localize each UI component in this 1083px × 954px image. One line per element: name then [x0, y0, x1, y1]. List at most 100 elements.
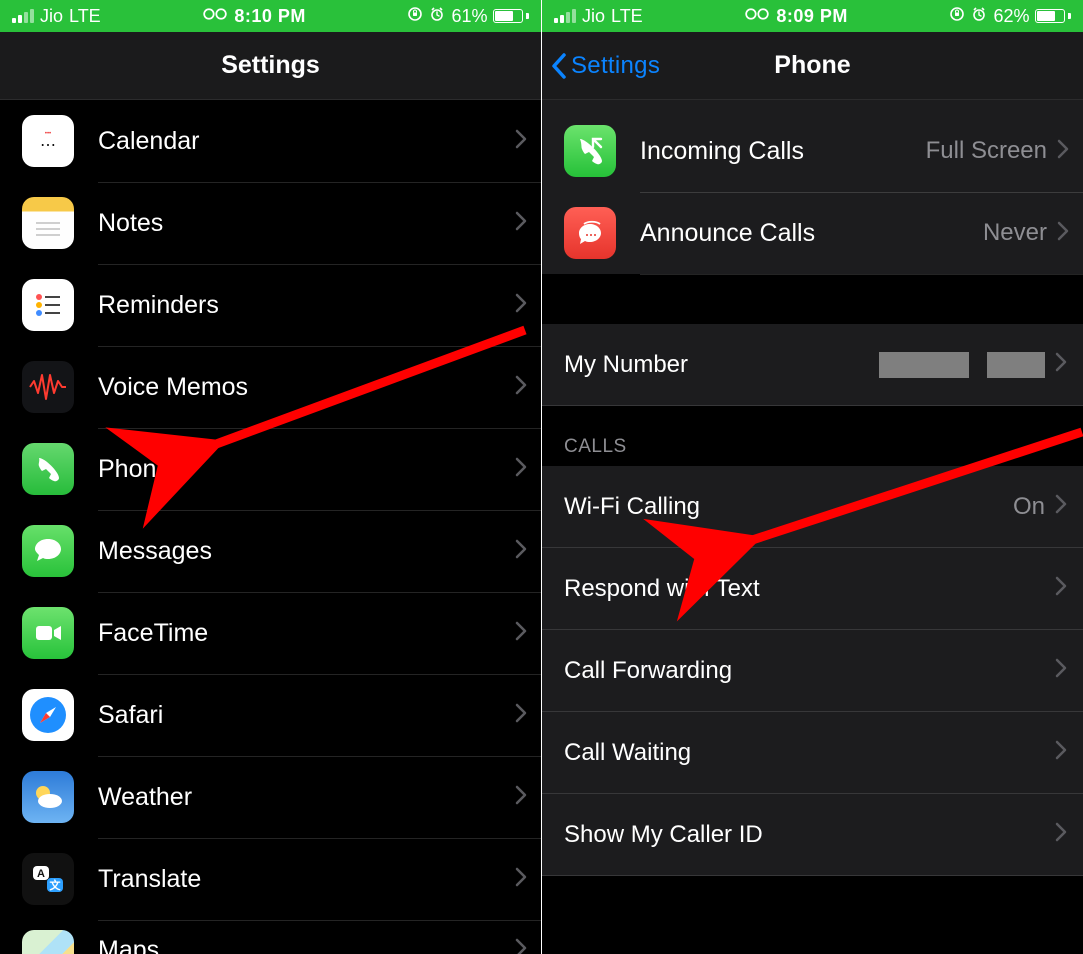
- voice-memos-icon: [22, 361, 74, 413]
- settings-item-reminders[interactable]: Reminders: [0, 264, 541, 346]
- settings-item-notes[interactable]: Notes: [0, 182, 541, 264]
- svg-text:A: A: [37, 868, 45, 880]
- item-label: Translate: [98, 865, 515, 894]
- chevron-right-icon: [515, 293, 527, 318]
- carrier-label: Jio: [40, 6, 63, 27]
- alarm-icon: [429, 6, 445, 27]
- item-label: Wi-Fi Calling: [564, 493, 700, 521]
- item-label: Incoming Calls: [640, 137, 926, 166]
- settings-item-voice-memos[interactable]: Voice Memos: [0, 346, 541, 428]
- settings-item-messages[interactable]: Messages: [0, 510, 541, 592]
- phone-item-my-number[interactable]: My Number: [542, 324, 1083, 406]
- phone-item-announce-calls[interactable]: Announce Calls Never: [542, 192, 1083, 274]
- messages-icon: [22, 525, 74, 577]
- screen-settings: Jio LTE 8:10 PM 61% Settings •••⋯ Calend…: [0, 0, 541, 954]
- item-label: Call Waiting: [564, 739, 691, 767]
- phone-item-call-waiting[interactable]: Call Waiting: [542, 712, 1083, 794]
- item-label: Messages: [98, 537, 515, 566]
- hotspot-icon: [202, 5, 228, 28]
- item-label: Announce Calls: [640, 219, 983, 248]
- chevron-right-icon: [515, 785, 527, 810]
- battery-icon: [493, 9, 529, 23]
- maps-icon: [22, 930, 74, 954]
- screen-phone-settings: Jio LTE 8:09 PM 62% Settings Phone Incom…: [542, 0, 1083, 954]
- item-label: Maps: [98, 936, 515, 954]
- incoming-call-icon: [564, 125, 616, 177]
- battery-pct: 61%: [451, 6, 487, 27]
- chevron-right-icon: [1055, 576, 1067, 601]
- item-label: FaceTime: [98, 619, 515, 648]
- battery-pct: 62%: [993, 6, 1029, 27]
- phone-item-show-caller-id[interactable]: Show My Caller ID: [542, 794, 1083, 876]
- status-bar: Jio LTE 8:09 PM 62%: [542, 0, 1083, 32]
- chevron-right-icon: [1057, 139, 1069, 164]
- item-label: My Number: [564, 351, 688, 379]
- my-number-value: [879, 352, 1045, 378]
- phone-item-respond-with-text[interactable]: Respond with Text: [542, 548, 1083, 630]
- reminders-icon: [22, 279, 74, 331]
- network-label: LTE: [69, 6, 101, 27]
- chevron-right-icon: [1055, 822, 1067, 847]
- chevron-right-icon: [515, 621, 527, 646]
- phone-item-incoming-calls[interactable]: Incoming Calls Full Screen: [542, 110, 1083, 192]
- item-label: Notes: [98, 209, 515, 238]
- chevron-right-icon: [515, 703, 527, 728]
- chevron-right-icon: [515, 211, 527, 236]
- item-value: Full Screen: [926, 137, 1047, 165]
- chevron-right-icon: [515, 938, 527, 954]
- orientation-lock-icon: [949, 6, 965, 27]
- section-header-calls: CALLS: [542, 406, 1083, 466]
- item-label: Respond with Text: [564, 575, 760, 603]
- settings-item-safari[interactable]: Safari: [0, 674, 541, 756]
- phone-icon: [22, 443, 74, 495]
- back-label: Settings: [571, 52, 660, 80]
- notes-icon: [22, 197, 74, 249]
- alarm-icon: [971, 6, 987, 27]
- phone-item-wifi-calling[interactable]: Wi-Fi Calling On: [542, 466, 1083, 548]
- page-title: Settings: [0, 51, 541, 80]
- back-button[interactable]: Settings: [542, 52, 660, 80]
- item-value: On: [1013, 493, 1045, 521]
- item-label: Weather: [98, 783, 515, 812]
- orientation-lock-icon: [407, 6, 423, 27]
- status-time: 8:10 PM: [234, 6, 306, 27]
- carrier-label: Jio: [582, 6, 605, 27]
- item-value: Never: [983, 219, 1047, 247]
- item-label: Reminders: [98, 291, 515, 320]
- chevron-right-icon: [515, 457, 527, 482]
- signal-icon: [554, 9, 576, 23]
- chevron-right-icon: [1055, 740, 1067, 765]
- item-label: Phone: [98, 455, 515, 484]
- settings-item-facetime[interactable]: FaceTime: [0, 592, 541, 674]
- svg-text:⋯: ⋯: [40, 137, 56, 154]
- settings-item-calendar[interactable]: •••⋯ Calendar: [0, 100, 541, 182]
- item-label: Show My Caller ID: [564, 821, 763, 849]
- chevron-right-icon: [1055, 658, 1067, 683]
- chevron-right-icon: [515, 375, 527, 400]
- settings-item-maps[interactable]: Maps: [0, 920, 541, 954]
- weather-icon: [22, 771, 74, 823]
- settings-item-translate[interactable]: A文 Translate: [0, 838, 541, 920]
- chevron-right-icon: [1055, 352, 1067, 377]
- phone-item-call-forwarding[interactable]: Call Forwarding: [542, 630, 1083, 712]
- network-label: LTE: [611, 6, 643, 27]
- settings-item-phone[interactable]: Phone: [0, 428, 541, 510]
- facetime-icon: [22, 607, 74, 659]
- nav-bar: Settings Phone: [542, 32, 1083, 100]
- chevron-right-icon: [1057, 221, 1069, 246]
- chevron-right-icon: [1055, 494, 1067, 519]
- status-time: 8:09 PM: [776, 6, 848, 27]
- settings-item-weather[interactable]: Weather: [0, 756, 541, 838]
- chevron-left-icon: [550, 52, 568, 80]
- status-bar: Jio LTE 8:10 PM 61%: [0, 0, 541, 32]
- chevron-right-icon: [515, 867, 527, 892]
- item-label: Calendar: [98, 127, 515, 156]
- item-label: Voice Memos: [98, 373, 515, 402]
- signal-icon: [12, 9, 34, 23]
- calendar-icon: •••⋯: [22, 115, 74, 167]
- settings-list[interactable]: •••⋯ Calendar Notes Reminders Voice Memo…: [0, 100, 541, 954]
- announce-calls-icon: [564, 207, 616, 259]
- item-label: Call Forwarding: [564, 657, 732, 685]
- safari-icon: [22, 689, 74, 741]
- hotspot-icon: [744, 5, 770, 28]
